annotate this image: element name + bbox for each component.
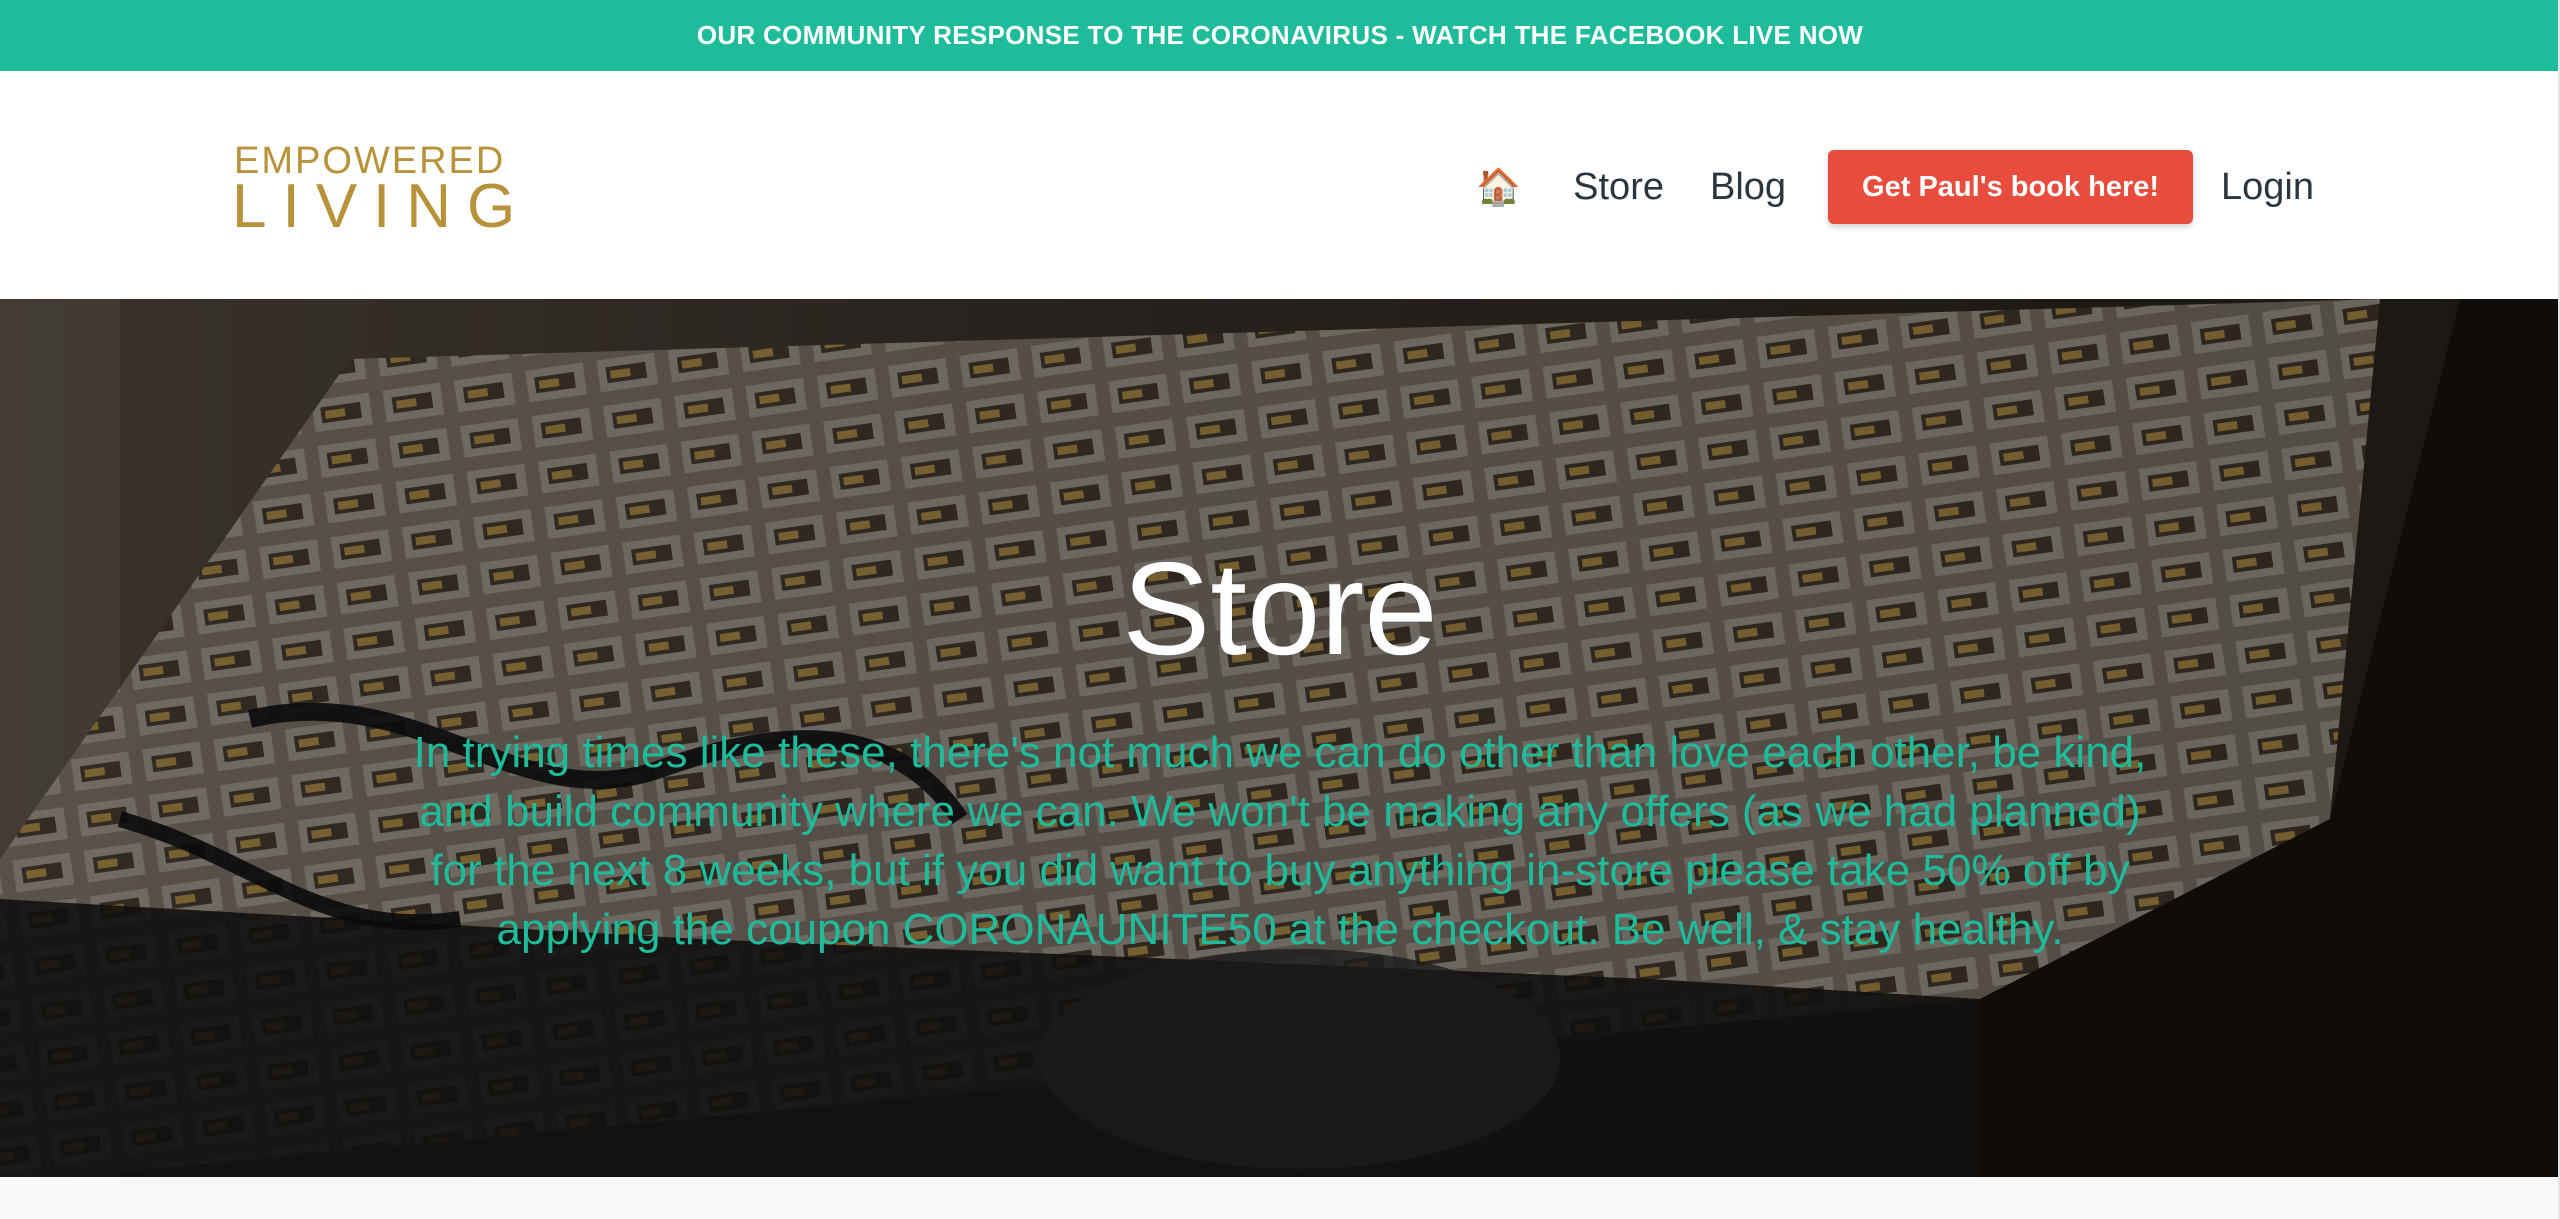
site-logo[interactable]: EMPOWERED LIVING bbox=[232, 141, 515, 238]
site-header: EMPOWERED LIVING 🏠 Store Blog Get Paul's… bbox=[0, 71, 2560, 299]
logo-line-2: LIVING bbox=[232, 172, 532, 241]
get-book-button[interactable]: Get Paul's book here! bbox=[1828, 150, 2194, 224]
announcement-text[interactable]: OUR COMMUNITY RESPONSE TO THE CORONAVIRU… bbox=[697, 20, 1863, 51]
nav-blog-link[interactable]: Blog bbox=[1710, 166, 1786, 209]
nav-store-link[interactable]: Store bbox=[1573, 166, 1664, 209]
announcement-bar[interactable]: OUR COMMUNITY RESPONSE TO THE CORONAVIRU… bbox=[0, 0, 2560, 71]
main-nav: 🏠 Store Blog Get Paul's book here! Login bbox=[1476, 150, 2314, 224]
content-start bbox=[0, 1177, 2560, 1219]
page-title: Store bbox=[1122, 535, 1438, 682]
home-icon[interactable]: 🏠 bbox=[1476, 166, 1521, 208]
hero-section: Store In trying times like these, there'… bbox=[0, 299, 2560, 1177]
hero-message: In trying times like these, there's not … bbox=[413, 728, 2147, 954]
login-link[interactable]: Login bbox=[2221, 166, 2314, 209]
